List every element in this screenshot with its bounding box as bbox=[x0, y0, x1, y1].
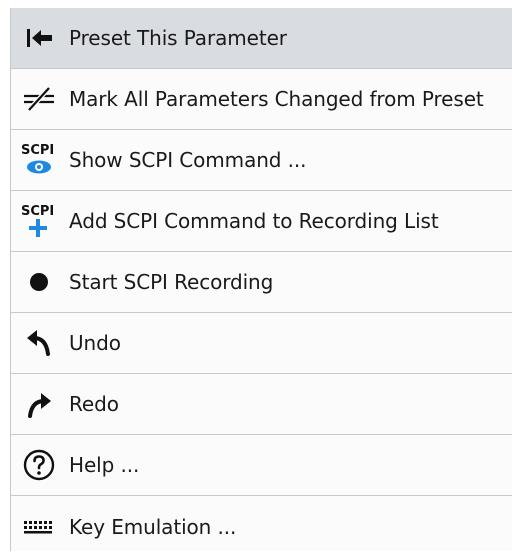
menu-item-mark-changed[interactable]: Mark All Parameters Changed from Preset bbox=[11, 69, 512, 130]
scpi-show-icon: SCPI bbox=[11, 130, 67, 190]
menu-item-show-scpi[interactable]: SCPI Show SCPI Command ... bbox=[11, 130, 512, 191]
mark-changed-icon bbox=[11, 69, 67, 129]
menu-item-label: Preset This Parameter bbox=[69, 26, 287, 50]
menu-item-label: Add SCPI Command to Recording List bbox=[69, 209, 439, 233]
menu-item-label: Start SCPI Recording bbox=[69, 270, 274, 294]
menu-item-preset-parameter[interactable]: Preset This Parameter bbox=[11, 8, 512, 69]
menu-item-label: Redo bbox=[69, 392, 119, 416]
menu-item-key-emulation[interactable]: Key Emulation ... bbox=[11, 496, 512, 557]
svg-text:SCPI: SCPI bbox=[21, 204, 54, 219]
menu-item-label: Show SCPI Command ... bbox=[69, 148, 307, 172]
record-dot-icon bbox=[11, 252, 67, 312]
menu-item-undo[interactable]: Undo bbox=[11, 313, 512, 374]
menu-item-label: Mark All Parameters Changed from Preset bbox=[69, 87, 484, 111]
help-icon bbox=[11, 435, 67, 495]
preset-parameter-icon bbox=[11, 8, 67, 68]
menu-item-add-scpi[interactable]: SCPI Add SCPI Command to Recording List bbox=[11, 191, 512, 252]
menu-item-start-recording[interactable]: Start SCPI Recording bbox=[11, 252, 512, 313]
menu-item-label: Undo bbox=[69, 331, 121, 355]
context-menu: Preset This Parameter Mark All Parameter… bbox=[10, 8, 512, 551]
menu-item-label: Key Emulation ... bbox=[69, 514, 237, 539]
scpi-add-icon: SCPI bbox=[11, 191, 67, 251]
undo-icon bbox=[11, 313, 67, 373]
menu-item-redo[interactable]: Redo bbox=[11, 374, 512, 435]
keyboard-icon bbox=[11, 496, 67, 557]
menu-item-label: Help ... bbox=[69, 453, 140, 477]
menu-item-help[interactable]: Help ... bbox=[11, 435, 512, 496]
svg-text:SCPI: SCPI bbox=[21, 143, 54, 158]
redo-icon bbox=[11, 374, 67, 434]
